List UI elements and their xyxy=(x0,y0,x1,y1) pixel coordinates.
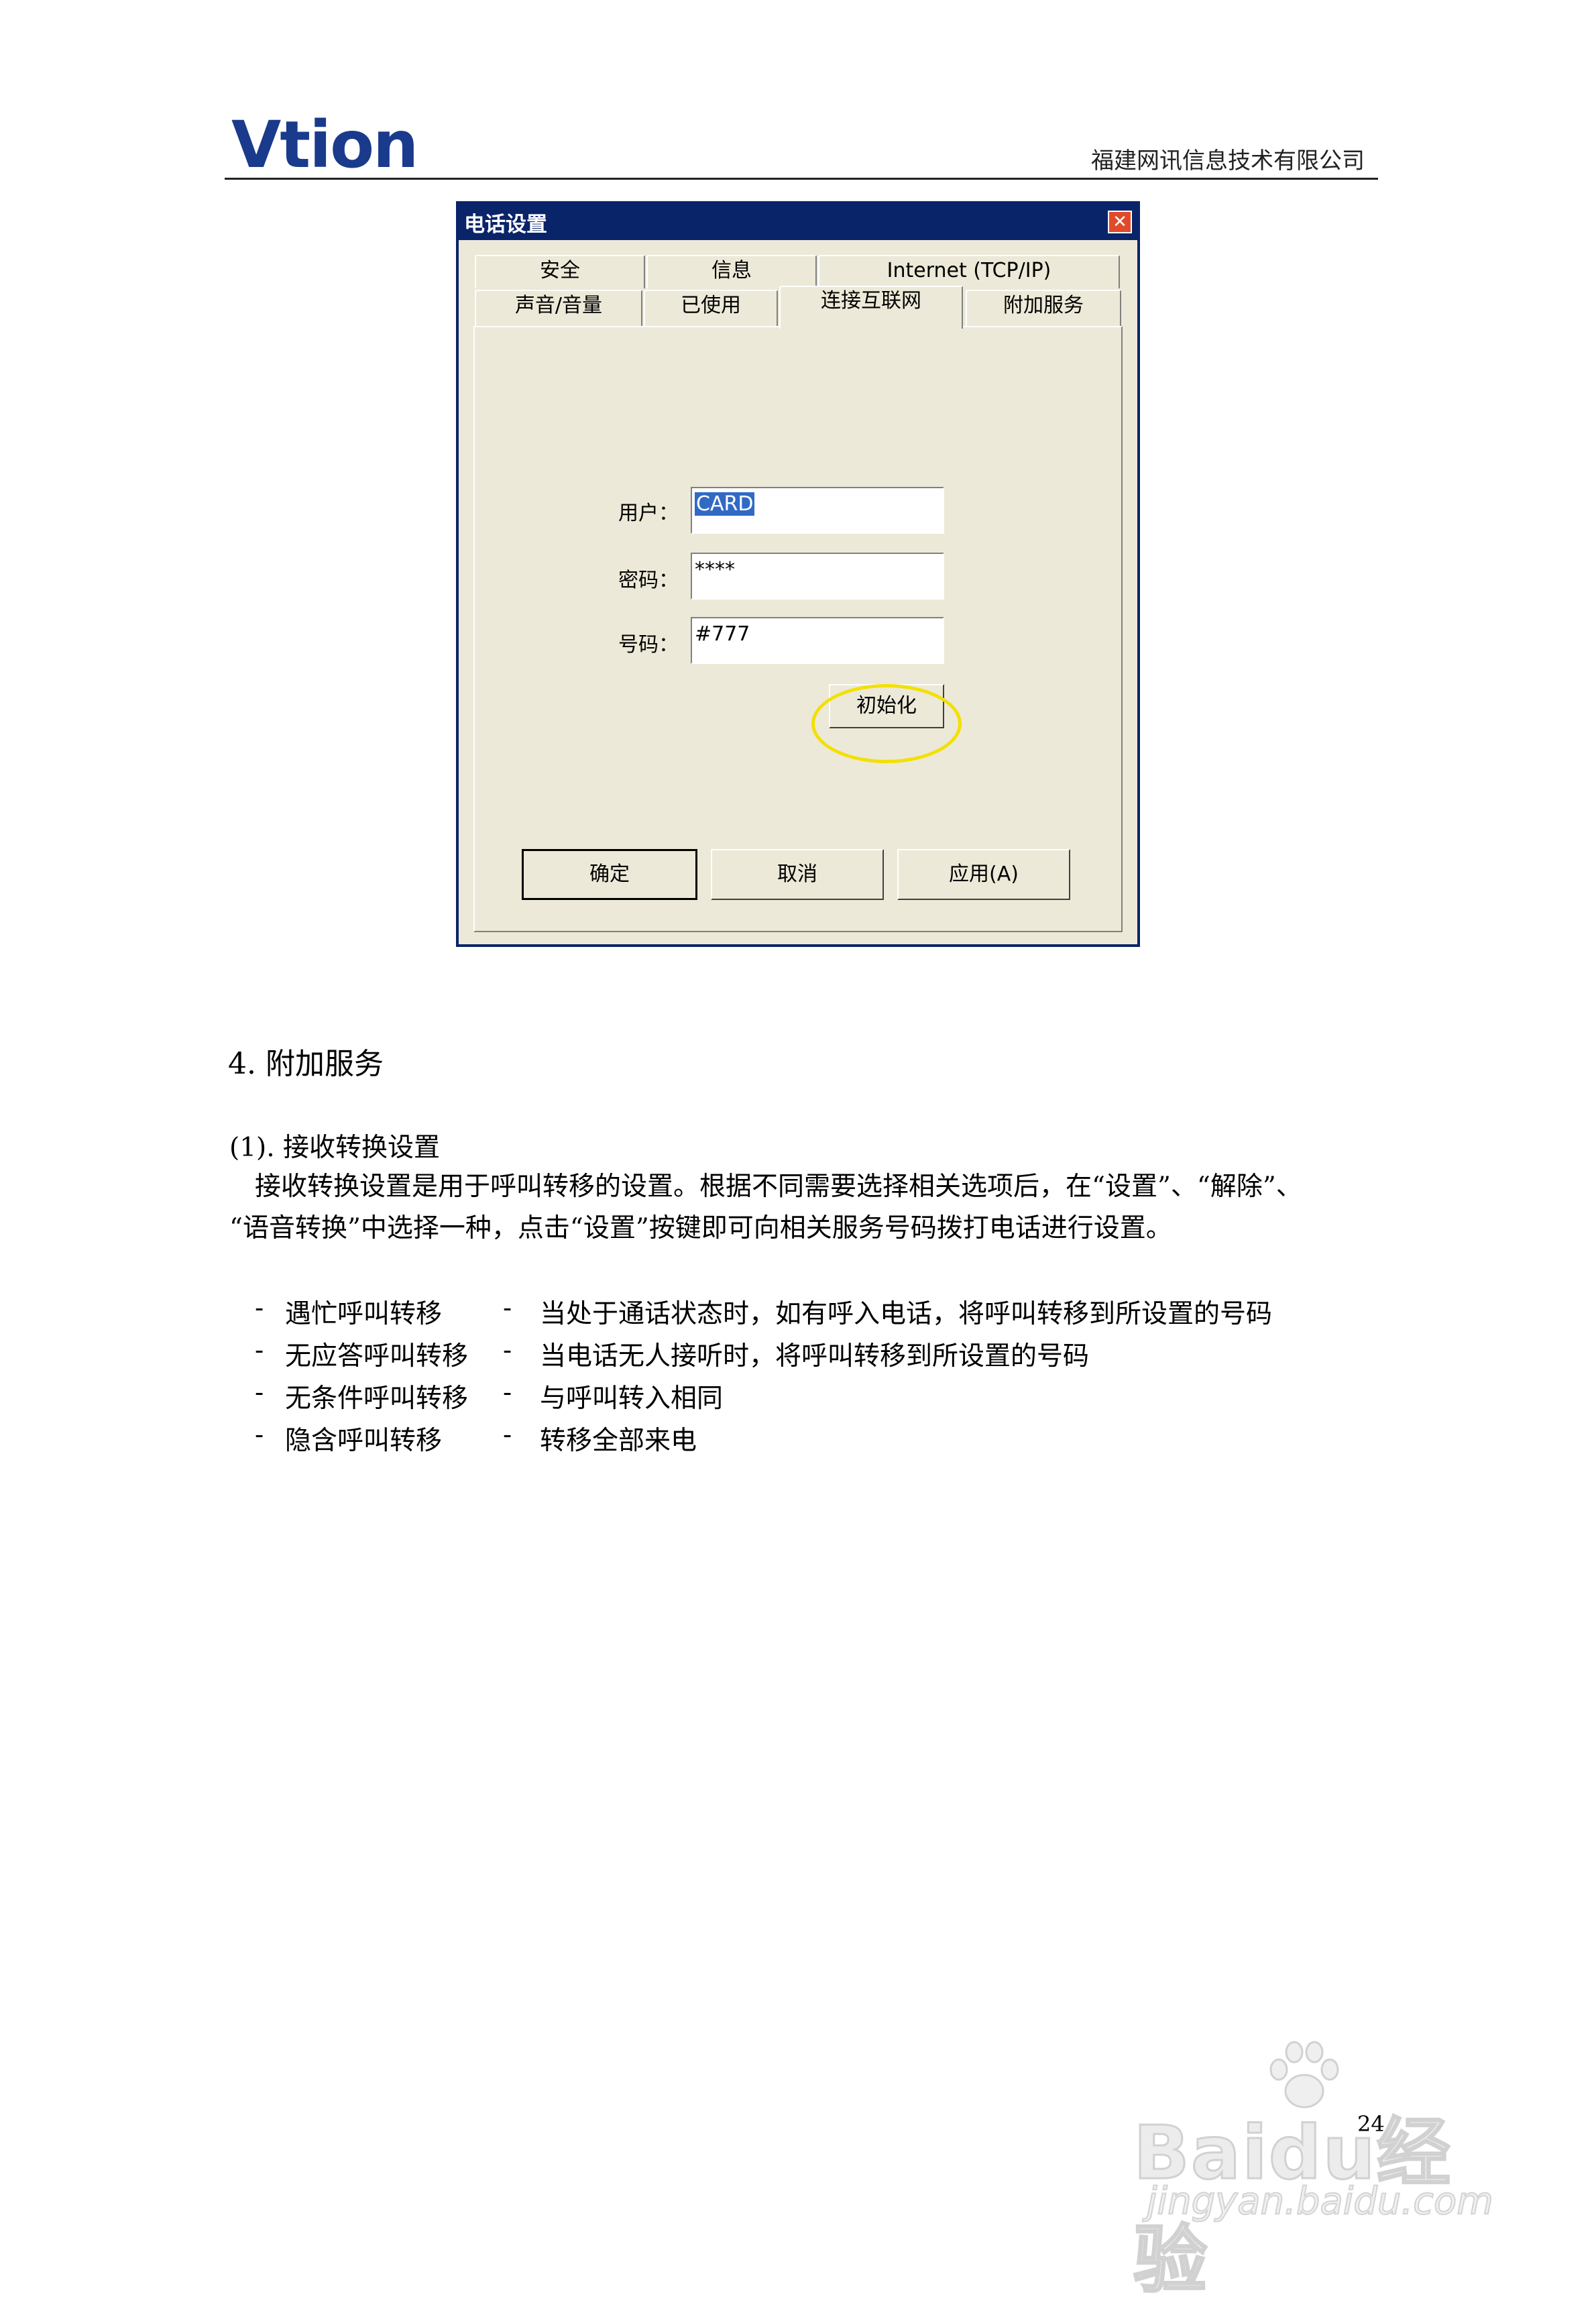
paragraph-line-1: 接收转换设置是用于呼叫转移的设置。根据不同需要选择相关选项后，在“设置”、“解除… xyxy=(255,1172,1302,1202)
list-item-desc: 转移全部来电 xyxy=(540,1426,697,1456)
tab-info[interactable]: 信息 xyxy=(646,255,817,288)
dialog-title: 电话设置 xyxy=(464,212,547,237)
list-bullet: - xyxy=(255,1420,264,1450)
apply-button[interactable]: 应用(A) xyxy=(897,849,1070,900)
vtion-logo: Vtion xyxy=(231,107,418,182)
tab-internet-tcpip[interactable]: Internet (TCP/IP) xyxy=(818,255,1120,288)
cancel-button[interactable]: 取消 xyxy=(711,849,884,900)
dialog-body: 电话设置 ✕ 安全 信息 Internet (TCP/IP) 声音/音量 已使用… xyxy=(459,204,1137,944)
list-item-desc: 与呼叫转入相同 xyxy=(540,1384,724,1414)
list-bullet: - xyxy=(255,1335,264,1365)
baidu-watermark: Baidu经验 jingyan.baidu.com xyxy=(1133,2039,1522,2304)
list-item-desc: 当处于通话状态时，如有呼入电话，将呼叫转移到所设置的号码 xyxy=(540,1299,1273,1329)
list-separator: - xyxy=(503,1293,512,1323)
list-item-name: 无条件呼叫转移 xyxy=(285,1384,469,1414)
user-field[interactable]: CARD xyxy=(691,487,944,534)
number-field[interactable]: #777 xyxy=(691,617,944,664)
tab-connect-internet[interactable]: 连接互联网 xyxy=(779,286,963,329)
ok-button[interactable]: 确定 xyxy=(522,849,697,900)
list-bullet: - xyxy=(255,1293,264,1323)
list-item-name: 无应答呼叫转移 xyxy=(285,1341,469,1371)
password-label: 密码： xyxy=(618,569,679,592)
list-separator: - xyxy=(503,1335,512,1365)
dialog-titlebar: 电话设置 ✕ xyxy=(459,204,1137,240)
company-name: 福建网讯信息技术有限公司 xyxy=(1091,148,1365,174)
highlight-circle xyxy=(811,684,962,763)
list-separator: - xyxy=(503,1420,512,1450)
list-separator: - xyxy=(503,1377,512,1408)
subsection-title: (1). 接收转换设置 xyxy=(229,1133,441,1163)
watermark-url: jingyan.baidu.com xyxy=(1146,2179,1494,2224)
list-bullet: - xyxy=(255,1377,264,1408)
tab-sound-volume[interactable]: 声音/音量 xyxy=(475,290,642,326)
tab-security[interactable]: 安全 xyxy=(475,255,645,288)
tab-additional-services[interactable]: 附加服务 xyxy=(966,290,1121,326)
tab-used[interactable]: 已使用 xyxy=(644,290,778,326)
header-divider xyxy=(225,178,1378,180)
close-icon[interactable]: ✕ xyxy=(1108,211,1132,233)
user-value: CARD xyxy=(695,492,755,516)
user-label: 用户： xyxy=(618,502,679,525)
list-item-name: 遇忙呼叫转移 xyxy=(285,1299,443,1329)
list-item-name: 隐含呼叫转移 xyxy=(285,1426,443,1456)
number-label: 号码： xyxy=(618,633,679,657)
password-field[interactable]: **** xyxy=(691,553,944,600)
list-item-desc: 当电话无人接听时，将呼叫转移到所设置的号码 xyxy=(540,1341,1090,1371)
phone-settings-dialog: 电话设置 ✕ 安全 信息 Internet (TCP/IP) 声音/音量 已使用… xyxy=(456,201,1140,947)
section-title: 4. 附加服务 xyxy=(228,1047,384,1081)
page-number: 24 xyxy=(1357,2111,1385,2137)
paragraph-line-2: “语音转换”中选择一种，点击“设置”按键即可向相关服务号码拨打电话进行设置。 xyxy=(229,1213,1172,1243)
